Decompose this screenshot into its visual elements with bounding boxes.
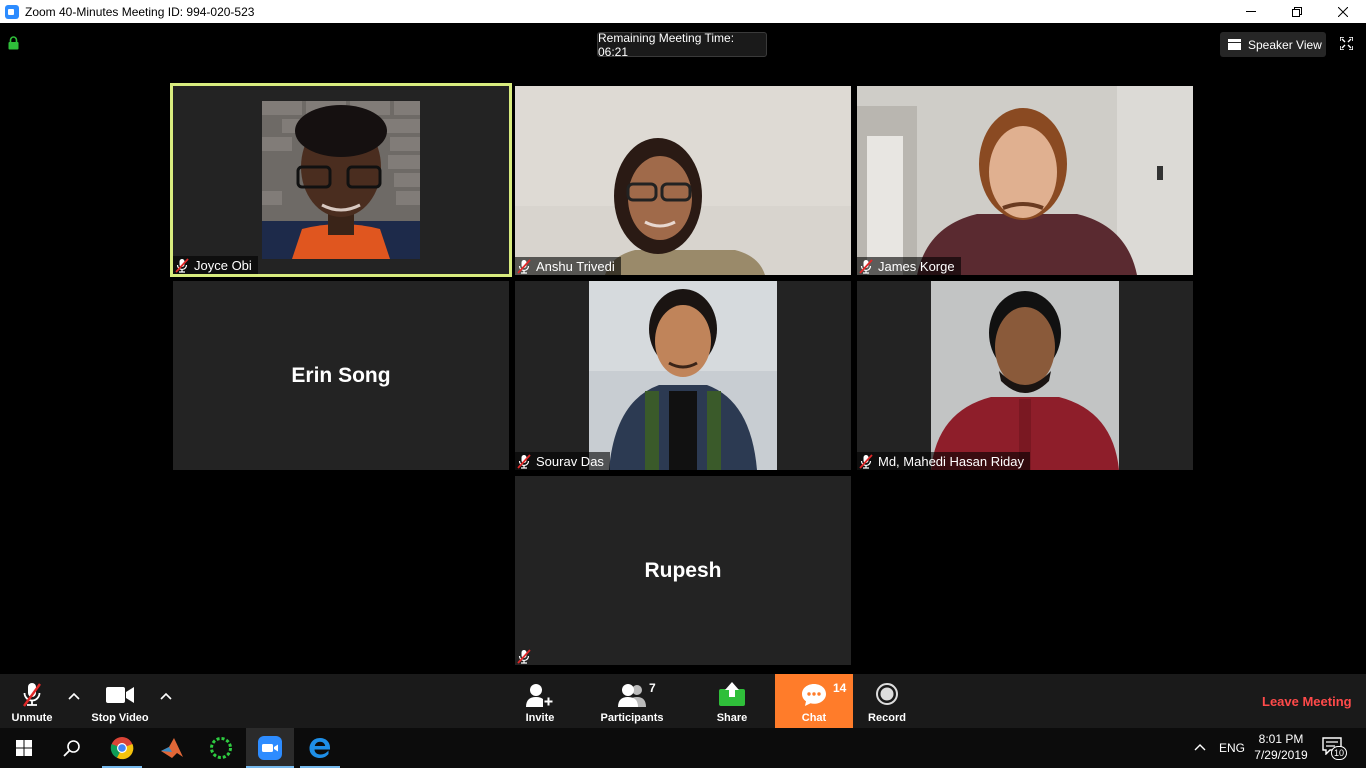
taskbar-edge[interactable] [296,728,344,768]
muted-mic-icon [859,453,873,469]
participant-label: James Korge [857,257,961,275]
stop-video-button[interactable]: Stop Video [86,674,154,728]
invite-label: Invite [525,712,555,724]
muted-mic-icon [859,258,873,274]
participants-label: Participants [600,712,664,724]
taskbar-matlab[interactable] [148,728,196,768]
participant-label [515,647,542,665]
unmute-button[interactable]: Unmute [0,674,64,728]
chrome-icon [110,737,134,760]
chat-bubble-icon [802,684,826,706]
taskbar-chrome[interactable] [98,728,146,768]
speaker-view-icon [1228,39,1241,50]
invite-button[interactable]: Invite [514,674,566,728]
clock-time: 8:01 PM [1258,732,1304,746]
participant-name: James Korge [878,258,955,274]
taskbar-sync-app[interactable] [197,728,245,768]
muted-microphone-icon [23,683,41,707]
record-label: Record [868,712,906,724]
restore-icon [1292,6,1302,17]
participant-name: Sourav Das [536,453,604,469]
video-tile-james-korge[interactable]: James Korge [857,86,1193,275]
search-icon [63,740,80,757]
participant-label: Joyce Obi [173,256,258,274]
system-clock[interactable]: 8:01 PM 7/29/2019 [1248,731,1314,763]
participant-video [515,86,851,275]
chat-label: Chat [801,712,827,724]
participant-label: Anshu Trivedi [515,257,621,275]
close-button[interactable] [1320,0,1366,23]
meeting-toolbar: Unmute Stop Video Invite 7 Participants [0,674,1366,728]
remaining-time-indicator: Remaining Meeting Time: 06:21 [597,31,767,59]
invite-user-icon [526,684,554,707]
restore-button[interactable] [1274,0,1320,23]
participant-name: Joyce Obi [194,257,252,273]
stop-video-label: Stop Video [91,712,149,724]
video-tile-mahedi-hasan-riday[interactable]: Md, Mahedi Hasan Riday [857,281,1193,470]
close-icon [1338,6,1348,17]
chat-unread-count: 14 [833,681,847,695]
share-screen-icon [719,682,745,706]
participants-icon [618,684,646,707]
participant-name: Anshu Trivedi [536,258,615,274]
window-title-bar: Zoom 40-Minutes Meeting ID: 994-020-523 [0,0,1366,23]
video-camera-icon [106,687,134,703]
participant-label: Sourav Das [515,452,610,470]
video-tile-joyce-obi[interactable]: Joyce Obi [170,83,512,277]
start-button[interactable] [0,728,48,768]
windows-taskbar: ENG 8:01 PM 7/29/2019 10 [0,728,1366,768]
share-screen-button[interactable]: Share [710,674,754,728]
participant-video [931,281,1119,470]
muted-mic-icon [517,258,531,274]
participant-video [589,281,777,470]
video-options-chevron-up-icon[interactable] [160,692,172,700]
participant-video [857,86,1193,275]
participant-video [262,101,420,259]
leave-meeting-button[interactable]: Leave Meeting [1262,694,1352,709]
participant-label: Md, Mahedi Hasan Riday [857,452,1030,470]
video-tile-rupesh[interactable]: Rupesh [515,476,851,665]
clock-date: 7/29/2019 [1254,748,1308,762]
meeting-area: Remaining Meeting Time: 06:21 Speaker Vi… [0,23,1366,674]
windows-logo-icon [16,740,32,756]
zoom-app-icon [5,4,19,19]
participants-count: 7 [649,681,656,695]
unmute-label: Unmute [11,712,53,724]
input-language-indicator[interactable]: ENG [1219,741,1245,755]
search-button[interactable] [48,728,96,768]
participant-name-placeholder: Rupesh [644,558,722,582]
window-title: Zoom 40-Minutes Meeting ID: 994-020-523 [25,4,255,19]
minimize-button[interactable] [1228,0,1274,23]
audio-options-chevron-up-icon[interactable] [68,692,80,700]
share-label: Share [716,712,748,724]
record-icon [876,683,898,705]
video-tile-anshu-trivedi[interactable]: Anshu Trivedi [515,86,851,275]
encryption-lock-icon[interactable] [8,36,19,50]
chat-button[interactable]: 14 Chat [775,674,853,728]
record-button[interactable]: Record [864,674,910,728]
muted-mic-icon [175,257,189,273]
muted-mic-icon [517,453,531,469]
taskbar-zoom[interactable] [246,728,294,768]
speaker-view-label: Speaker View [1248,37,1322,52]
action-center-button[interactable]: 10 [1322,737,1347,760]
speaker-view-button[interactable]: Speaker View [1220,32,1326,57]
show-hidden-icons-chevron-up-icon[interactable] [1194,743,1206,751]
sync-app-icon [210,737,232,759]
participants-button[interactable]: 7 Participants [596,674,668,728]
window-controls [1228,0,1366,23]
zoom-icon [258,736,282,760]
participant-name-placeholder: Erin Song [291,363,391,387]
notification-count-badge: 10 [1331,746,1347,760]
participant-name: Md, Mahedi Hasan Riday [878,453,1024,469]
minimize-icon [1246,11,1256,12]
muted-mic-icon [517,648,531,664]
fullscreen-icon[interactable] [1340,37,1353,50]
matlab-icon [161,738,183,758]
video-tile-sourav-das[interactable]: Sourav Das [515,281,851,470]
video-tile-erin-song[interactable]: Erin Song [173,281,509,470]
edge-icon [309,738,330,758]
